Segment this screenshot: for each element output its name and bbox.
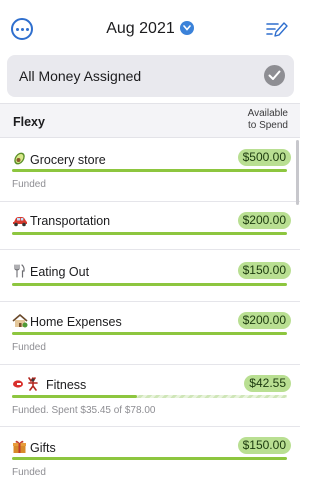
dumbbell-icon <box>12 377 45 391</box>
funding-status: Funded <box>12 342 46 353</box>
available-amount: $42.55 <box>244 375 291 392</box>
funding-progress-bar <box>12 232 287 235</box>
chevron-down-icon <box>179 21 194 35</box>
funding-status: Funded <box>12 179 46 190</box>
funding-progress-bar <box>12 283 287 286</box>
funding-progress-fill <box>12 395 138 398</box>
avocado-icon <box>12 151 29 165</box>
gift-icon <box>12 439 29 453</box>
check-circle-icon <box>264 65 285 86</box>
available-amount: $500.00 <box>237 149 291 166</box>
funding-progress-bar <box>12 395 287 398</box>
month-selector[interactable]: Aug 2021 <box>0 20 300 38</box>
group-name: Flexy <box>13 115 45 129</box>
category-row-transportation[interactable]: Transportation $200.00 <box>0 202 300 250</box>
group-header: Flexy Available to Spend <box>0 103 300 138</box>
available-amount: $200.00 <box>237 312 291 329</box>
funding-progress-bar <box>12 332 287 335</box>
category-row-grocery[interactable]: Grocery store $500.00 Funded <box>0 139 300 202</box>
category-row-gifts[interactable]: Gifts $150.00 Funded <box>0 427 300 495</box>
scrollbar[interactable] <box>296 140 299 205</box>
funding-progress-bar <box>12 169 287 172</box>
banner-text: All Money Assigned <box>19 68 142 84</box>
category-label: Fitness <box>12 377 86 392</box>
category-label: Transportation <box>12 214 110 229</box>
category-row-fitness[interactable]: Fitness $42.55 Funded. Spent $35.45 of $… <box>0 365 300 427</box>
category-label: Eating Out <box>12 264 89 279</box>
category-label: Gifts <box>12 439 56 455</box>
available-amount: $150.00 <box>237 437 291 454</box>
house-icon <box>12 314 29 328</box>
funding-progress-bar <box>12 457 287 460</box>
category-label: Grocery store <box>12 151 106 167</box>
funding-status: Funded. Spent $35.45 of $78.00 <box>12 405 156 416</box>
funding-status: Funded <box>12 467 46 478</box>
available-amount: $200.00 <box>237 212 291 229</box>
top-bar: Aug 2021 <box>0 0 300 50</box>
category-row-home-expenses[interactable]: Home Expenses $200.00 Funded <box>0 302 300 365</box>
edit-list-icon[interactable] <box>266 20 288 38</box>
car-icon <box>12 215 29 229</box>
category-label: Home Expenses <box>12 314 122 329</box>
available-to-spend-label: Available to Spend <box>247 108 288 131</box>
fork-knife-icon <box>12 264 29 278</box>
category-row-eating-out[interactable]: Eating Out $150.00 <box>0 250 300 302</box>
assigned-banner[interactable]: All Money Assigned <box>7 55 294 97</box>
month-label: Aug 2021 <box>106 20 175 37</box>
available-amount: $150.00 <box>237 262 291 279</box>
